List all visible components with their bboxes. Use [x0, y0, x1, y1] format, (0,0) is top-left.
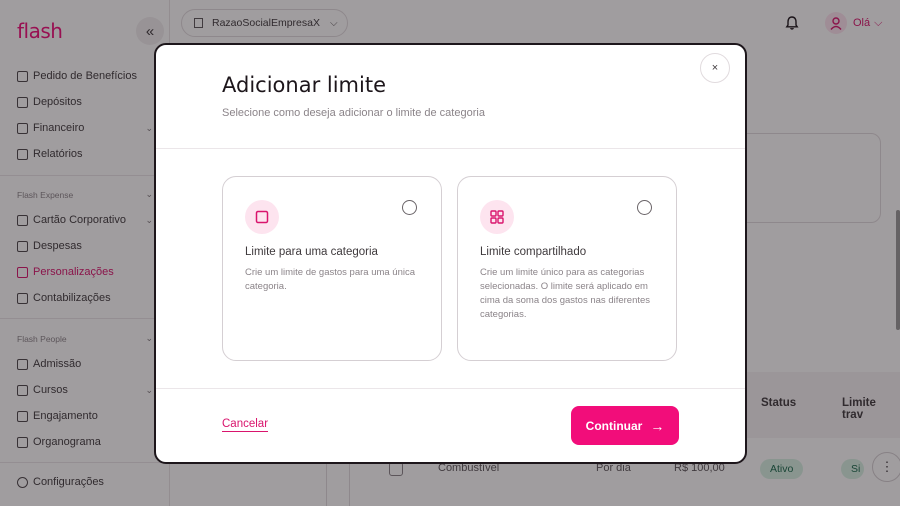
cancel-button[interactable]: Cancelar [222, 418, 269, 432]
option-radio[interactable] [637, 200, 652, 215]
option-title: Limite compartilhado [480, 246, 587, 258]
modal-subtitle: Selecione como deseja adicionar o limite… [222, 107, 485, 119]
continue-label: Continuar [585, 418, 643, 433]
option-title: Limite para uma categoria [245, 246, 378, 258]
modal-divider [156, 148, 745, 149]
option-radio[interactable] [402, 200, 417, 215]
arrow-right-icon: → [650, 417, 665, 434]
close-icon: × [711, 62, 719, 74]
grid-icon [480, 200, 514, 234]
option-description: Crie um limite de gastos para uma única … [245, 267, 416, 292]
continue-button[interactable]: Continuar → [571, 406, 679, 445]
add-limit-modal: Adicionar limite Selecione como deseja a… [154, 43, 747, 464]
option-description: Crie um limite único para as categorias … [480, 267, 651, 320]
close-button[interactable]: × [700, 53, 730, 83]
modal-divider [156, 388, 745, 389]
option-shared-limit[interactable]: Limite compartilhado Crie um limite únic… [457, 176, 677, 361]
square-icon [245, 200, 279, 234]
modal-title: Adicionar limite [222, 73, 386, 97]
option-single-category[interactable]: Limite para uma categoria Crie um limite… [222, 176, 442, 361]
